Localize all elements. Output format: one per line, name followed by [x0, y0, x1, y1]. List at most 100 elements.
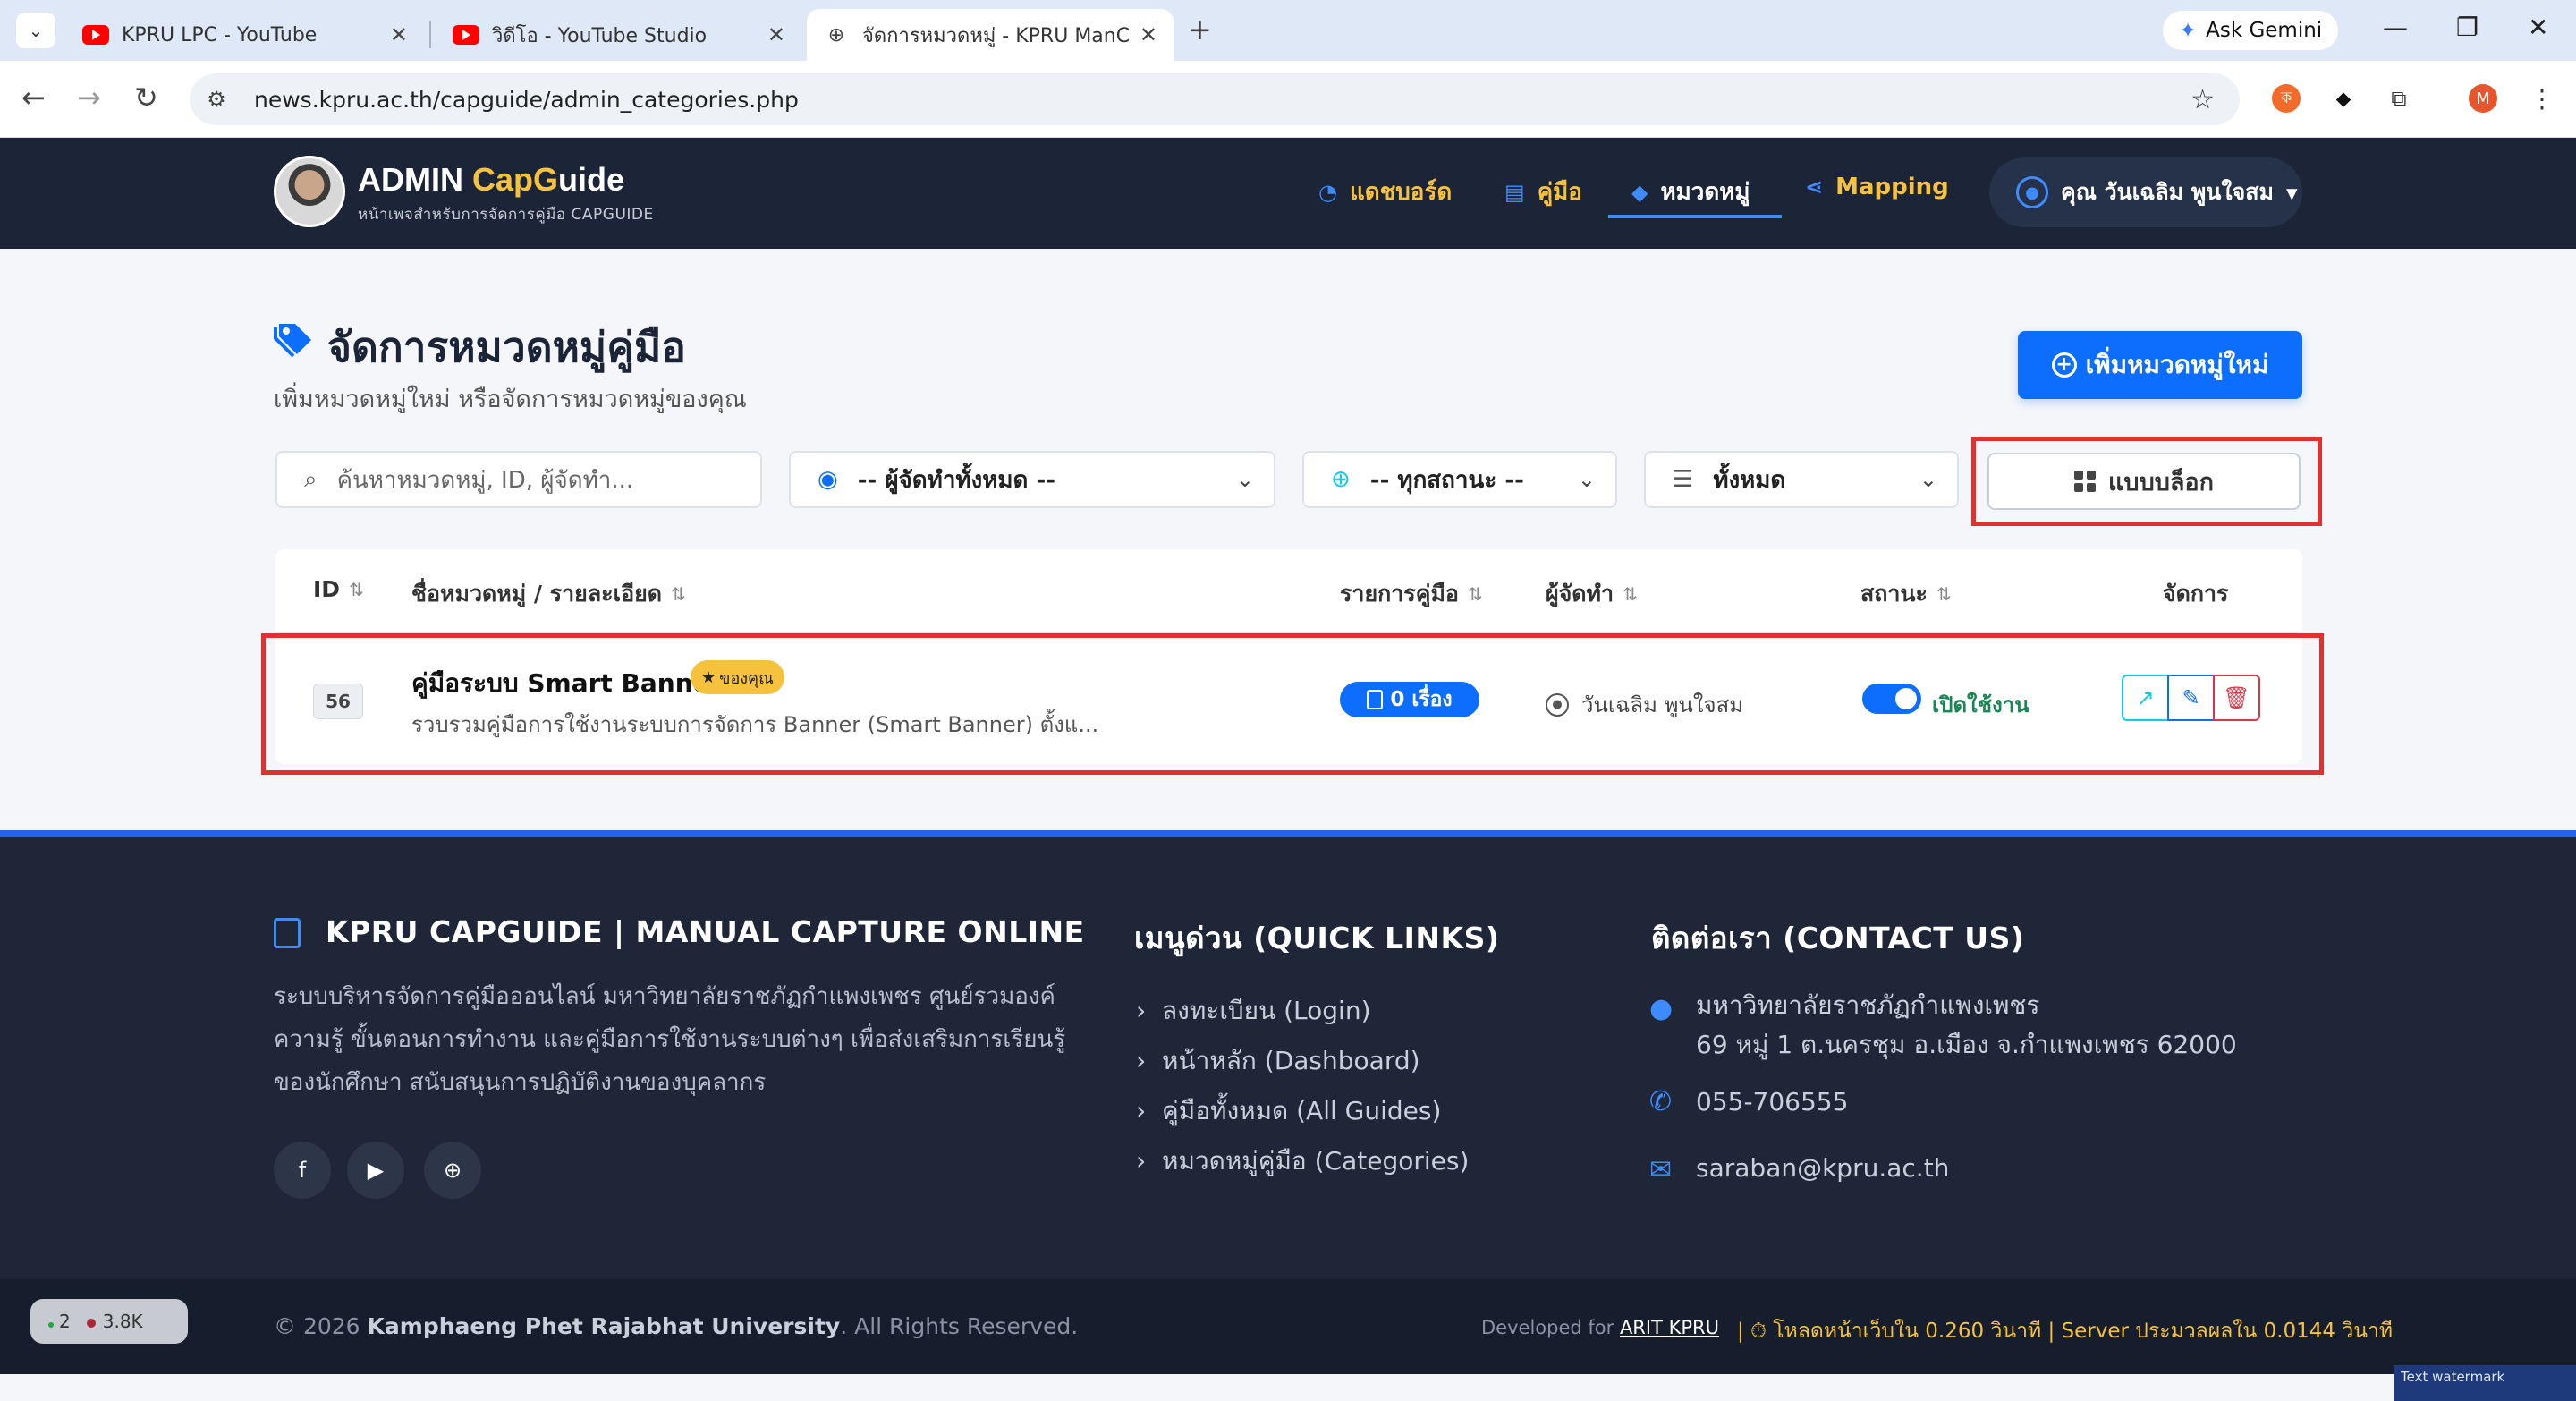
nav-label: หมวดหมู่ — [1660, 179, 1750, 206]
footer-about-line: ของนักศึกษา สนับสนุนการปฏิบัติงานของบุคล… — [274, 1069, 767, 1096]
close-icon[interactable]: ✕ — [390, 22, 408, 47]
browser-tab-youtube[interactable]: KPRU LPC - YouTube ✕ — [66, 9, 424, 61]
status-filter-value: -- ทุกสถานะ -- — [1369, 466, 1524, 494]
browser-tab-strip: ⌄ KPRU LPC - YouTube ✕ วิดีโอ - YouTube … — [0, 0, 2576, 61]
sort-icon: ⇅ — [1467, 583, 1483, 605]
manager-filter-value: -- ผู้จัดทำทั้งหมด -- — [857, 466, 1056, 494]
col-header-status[interactable]: สถานะ ⇅ — [1860, 576, 1952, 612]
nav-mapping[interactable]: ⋖ Mapping — [1805, 174, 1949, 200]
ask-gemini-button[interactable]: ✦ Ask Gemini — [2163, 11, 2339, 50]
reload-icon[interactable]: ↻ — [134, 81, 158, 115]
sort-icon: ⇅ — [671, 583, 686, 605]
profile-avatar[interactable]: M — [2469, 84, 2497, 113]
footer-link-label: คู่มือทั้งหมด (All Guides) — [1162, 1096, 1442, 1125]
tags-icon — [274, 324, 311, 358]
active-nav-indicator — [1608, 215, 1782, 218]
col-header-count[interactable]: รายการคู่มือ ⇅ — [1340, 576, 1483, 612]
nav-label: คู่มือ — [1537, 179, 1582, 206]
footer-link-label: หมวดหมู่คู่มือ (Categories) — [1162, 1146, 1470, 1176]
arit-link[interactable]: ARIT KPRU — [1620, 1317, 1719, 1338]
menu-dots-icon[interactable]: ⋮ — [2528, 84, 2556, 114]
facebook-icon[interactable]: f — [274, 1142, 331, 1199]
address-line: 69 หมู่ 1 ต.นครชุม อ.เมือง จ.กำแพงเพชร 6… — [1696, 1030, 2237, 1059]
extension-icon[interactable]: ক — [2272, 84, 2301, 113]
col-header-id[interactable]: ID ⇅ — [313, 576, 364, 602]
col-header-label: รายการคู่มือ — [1340, 581, 1459, 607]
tab-title: วิดีโอ - YouTube Studio — [492, 24, 708, 47]
copyright-prefix: © 2026 — [274, 1313, 368, 1339]
copyright-org: Kamphaeng Phet Rajabhat University — [367, 1313, 841, 1339]
close-icon[interactable]: ✕ — [1140, 22, 1157, 47]
back-icon[interactable]: ← — [21, 81, 46, 115]
tab-search-menu-button[interactable]: ⌄ — [16, 13, 55, 48]
location-pin-icon[interactable]: ⬥ — [2329, 84, 2358, 113]
brand-cap: Cap — [472, 161, 534, 198]
col-header-label: ชื่อหมวดหมู่ / รายละเอียด — [411, 581, 663, 607]
footer-link-categories[interactable]: › หมวดหมู่คู่มือ (Categories) — [1136, 1142, 1469, 1181]
contact-phone[interactable]: 055-706555 — [1696, 1083, 1848, 1122]
col-header-actions: จัดการ — [2163, 576, 2229, 612]
nav-categories[interactable]: ◆ หมวดหมู่ — [1631, 174, 1750, 210]
nav-manuals[interactable]: ▤ คู่มือ — [1504, 174, 1582, 210]
user-circle-icon: ◉ — [818, 466, 838, 493]
map-pin-icon: ● — [1649, 993, 1674, 1024]
copyright-text: © 2026 Kamphaeng Phet Rajabhat Universit… — [274, 1313, 1078, 1339]
sort-icon: ⇅ — [1936, 583, 1952, 605]
puzzle-icon[interactable]: ⧉ — [2385, 84, 2413, 113]
browser-tab-youtube-studio[interactable]: วิดีโอ - YouTube Studio ✕ — [436, 9, 801, 61]
url-field[interactable]: ⚙ news.kpru.ac.th/capguide/admin_categor… — [190, 73, 2240, 125]
restore-icon[interactable]: ❐ — [2456, 13, 2479, 42]
search-field[interactable]: ⌕ ค้นหาหมวดหมู่, ID, ผู้จัดทำ... — [275, 451, 762, 508]
col-header-label: จัดการ — [2163, 581, 2229, 607]
search-placeholder: ค้นหาหมวดหมู่, ID, ผู้จัดทำ... — [336, 466, 634, 494]
address-line: มหาวิทยาลัยราชภัฏกำแพงเพชร — [1696, 990, 2040, 1020]
close-window-icon[interactable]: ✕ — [2528, 13, 2548, 42]
forward-icon[interactable]: → — [77, 81, 101, 115]
col-header-name[interactable]: ชื่อหมวดหมู่ / รายละเอียด ⇅ — [411, 576, 686, 612]
close-icon[interactable]: ✕ — [767, 22, 785, 47]
browser-tab-active[interactable]: ⊕ จัดการหมวดหมู่ - KPRU ManCap ✕ — [807, 9, 1174, 61]
user-menu-dropdown[interactable]: ● คุณ วันเฉลิม พูนใจสม ▾ — [1989, 157, 2302, 227]
site-settings-icon[interactable]: ⚙ — [200, 87, 233, 112]
manager-filter-select[interactable]: ◉ -- ผู้จัดทำทั้งหมด -- ⌄ — [789, 451, 1275, 508]
col-header-label: ID — [313, 576, 341, 602]
search-icon: ⌕ — [304, 465, 318, 493]
contact-email[interactable]: saraban@kpru.ac.th — [1696, 1149, 1949, 1188]
developed-for: Developed for ARIT KPRU — [1481, 1317, 1719, 1338]
brand-g: G — [533, 161, 559, 198]
add-category-button[interactable]: + เพิ่มหมวดหมู่ใหม่ — [2018, 331, 2302, 399]
footer-link-dashboard[interactable]: › หน้าหลัก (Dashboard) — [1136, 1041, 1420, 1081]
chevron-down-icon: ⌄ — [1235, 467, 1254, 492]
plus-circle-icon: + — [2051, 352, 2077, 378]
nav-label: แดชบอร์ด — [1349, 179, 1453, 206]
floating-stats-widget[interactable]: 2 3.8K — [30, 1299, 188, 1344]
nav-dashboard[interactable]: ◔ แดชบอร์ด — [1318, 174, 1452, 210]
contact-address: มหาวิทยาลัยราชภัฏกำแพงเพชร 69 หมู่ 1 ต.น… — [1696, 986, 2237, 1065]
page-title: จัดการหมวดหมู่คู่มือ — [327, 323, 686, 371]
youtube-icon[interactable]: ▶ — [347, 1142, 404, 1199]
copyright-suffix: . All Rights Reserved. — [840, 1313, 1079, 1339]
url-text[interactable]: news.kpru.ac.th/capguide/admin_categorie… — [254, 87, 799, 113]
minimize-icon[interactable]: — — [2383, 13, 2408, 42]
text-watermark: Text watermark — [2394, 1365, 2576, 1401]
new-tab-button[interactable]: + — [1188, 13, 1212, 47]
brand-rest: uide — [558, 161, 625, 198]
bookmark-star-icon[interactable]: ☆ — [2190, 84, 2215, 115]
site-brand[interactable]: ADMIN CapGuide — [358, 161, 624, 199]
globe-icon[interactable]: ⊕ — [424, 1142, 481, 1199]
col-header-manager[interactable]: ผู้จัดทำ ⇅ — [1546, 576, 1638, 612]
brand-subtitle: หน้าเพจสำหรับการจัดการคู่มือ CAPGUIDE — [358, 206, 654, 224]
globe-icon: ⊕ — [827, 23, 845, 47]
list-icon: ☰ — [1673, 466, 1694, 493]
header-divider — [275, 632, 2302, 633]
dashboard-icon: ◔ — [1318, 179, 1337, 205]
share-icon: ⋖ — [1805, 174, 1824, 200]
tab-title: KPRU LPC - YouTube — [122, 23, 318, 47]
footer-link-all-guides[interactable]: › คู่มือทั้งหมด (All Guides) — [1136, 1091, 1441, 1131]
caret-down-icon: ▾ — [2286, 179, 2298, 206]
type-filter-select[interactable]: ☰ ทั้งหมด ⌄ — [1644, 451, 1959, 508]
profile-initial: M — [2476, 89, 2490, 108]
youtube-icon — [453, 25, 479, 45]
footer-link-login[interactable]: › ลงทะเบียน (Login) — [1136, 991, 1371, 1031]
status-filter-select[interactable]: ⊕ -- ทุกสถานะ -- ⌄ — [1302, 451, 1617, 508]
